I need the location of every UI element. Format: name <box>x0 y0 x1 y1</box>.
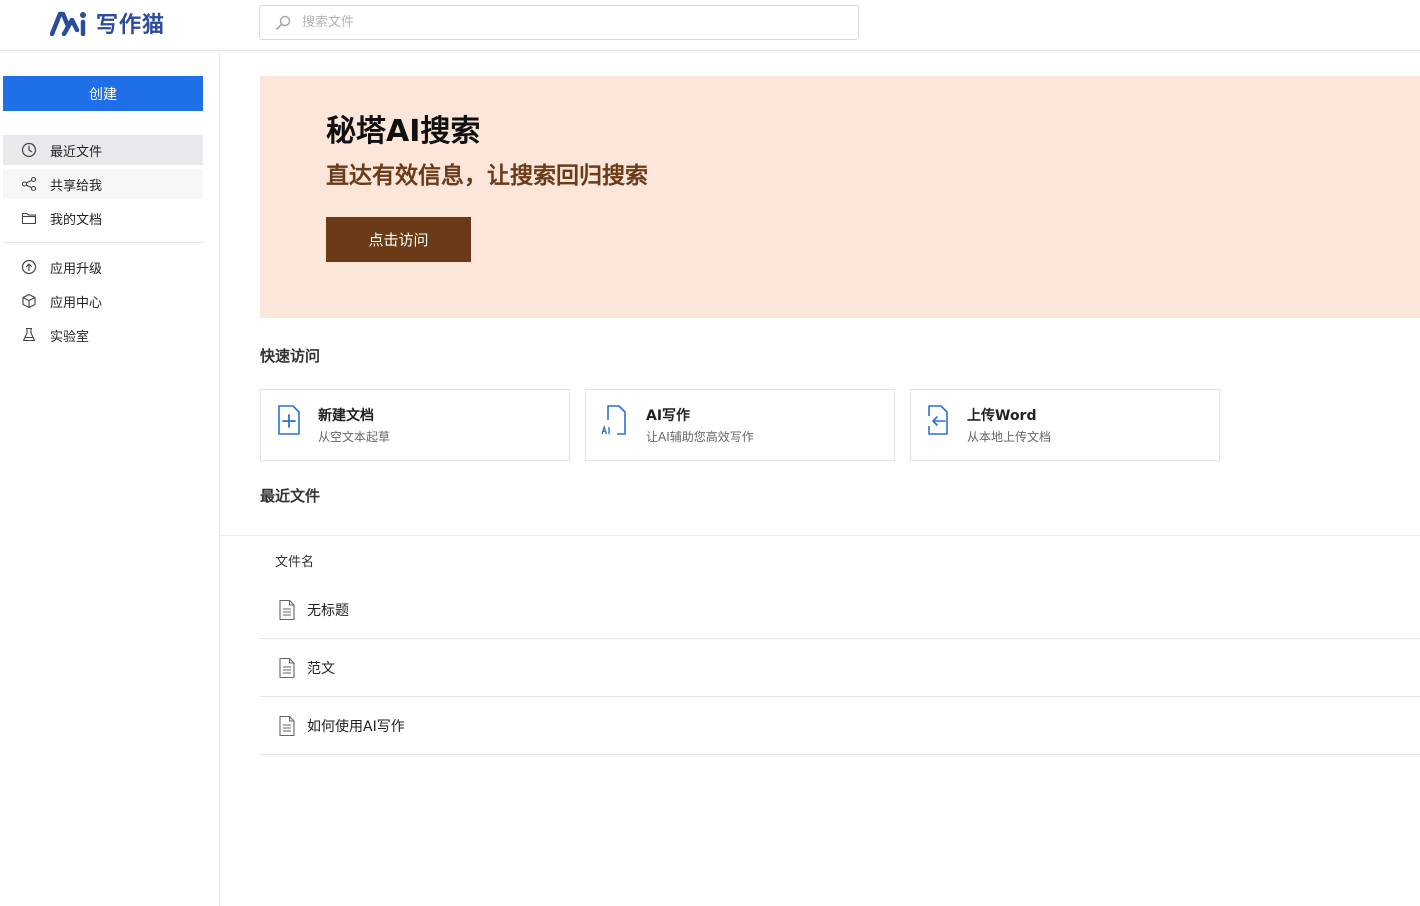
upload-doc-icon <box>928 405 948 435</box>
sidebar: 创建 最近文件 共享给我 我的文档 应用升级 应用中心 实验室 <box>0 51 220 906</box>
sidebar-item-upgrade[interactable]: 应用升级 <box>3 252 203 282</box>
document-icon <box>279 715 295 736</box>
banner-visit-button[interactable]: 点击访问 <box>326 217 471 262</box>
recent-list-divider <box>220 535 1420 536</box>
sidebar-item-recent[interactable]: 最近文件 <box>3 135 203 165</box>
document-icon <box>279 599 295 620</box>
file-row[interactable]: 范文 <box>260 639 1420 697</box>
sidebar-divider <box>3 242 203 243</box>
create-button[interactable]: 创建 <box>3 76 203 111</box>
quick-card-title: AI写作 <box>646 408 691 424</box>
promo-banner: 秘塔AI搜索 直达有效信息，让搜索回归搜索 点击访问 <box>260 76 1420 318</box>
quick-card-new-doc[interactable]: 新建文档 从空文本起草 <box>260 389 570 461</box>
document-icon <box>279 657 295 678</box>
app-logo[interactable]: 写作猫 <box>50 8 165 38</box>
search-box[interactable] <box>259 5 859 40</box>
top-bar: 写作猫 <box>0 0 1420 51</box>
file-row[interactable]: 如何使用AI写作 <box>260 697 1420 755</box>
sidebar-item-label: 我的文档 <box>50 212 103 228</box>
app-name: 写作猫 <box>96 12 166 38</box>
file-name: 范文 <box>307 660 335 677</box>
sidebar-item-label: 实验室 <box>50 329 90 345</box>
sidebar-item-label: 最近文件 <box>50 144 103 160</box>
clock-icon <box>21 142 37 158</box>
banner-subtitle: 直达有效信息，让搜索回归搜索 <box>326 163 648 189</box>
upgrade-icon <box>21 259 37 275</box>
sidebar-item-lab[interactable]: 实验室 <box>3 320 203 350</box>
folder-icon <box>21 212 37 225</box>
box-icon <box>22 293 36 309</box>
file-name: 无标题 <box>307 602 349 619</box>
flask-icon <box>22 327 36 342</box>
quick-access-title: 快速访问 <box>260 347 321 365</box>
sidebar-item-shared[interactable]: 共享给我 <box>3 169 203 199</box>
column-header-filename[interactable]: 文件名 <box>275 551 314 570</box>
file-row[interactable]: 无标题 <box>260 581 1420 639</box>
quick-card-title: 上传Word <box>967 408 1037 424</box>
sidebar-item-app-center[interactable]: 应用中心 <box>3 286 203 316</box>
file-name: 如何使用AI写作 <box>307 718 405 735</box>
new-doc-icon <box>278 405 300 435</box>
search-icon <box>276 15 291 30</box>
sidebar-item-label: 应用升级 <box>50 261 103 277</box>
sidebar-item-label: 应用中心 <box>50 295 103 311</box>
quick-card-desc: 让AI辅助您高效写作 <box>646 430 754 444</box>
quick-card-desc: 从本地上传文档 <box>967 430 1052 444</box>
share-icon <box>21 176 37 192</box>
quick-card-ai-writing[interactable]: AI写作 让AI辅助您高效写作 <box>585 389 895 461</box>
recent-files-title: 最近文件 <box>260 487 321 505</box>
quick-card-desc: 从空文本起草 <box>318 430 391 444</box>
banner-title: 秘塔AI搜索 <box>326 114 481 149</box>
search-input[interactable] <box>302 15 822 30</box>
sidebar-item-my-docs[interactable]: 我的文档 <box>3 203 203 233</box>
quick-card-upload-word[interactable]: 上传Word 从本地上传文档 <box>910 389 1220 461</box>
sidebar-item-label: 共享给我 <box>50 178 103 194</box>
ai-doc-icon <box>601 405 626 435</box>
logo-mark-icon <box>50 11 86 36</box>
quick-card-title: 新建文档 <box>318 408 374 424</box>
